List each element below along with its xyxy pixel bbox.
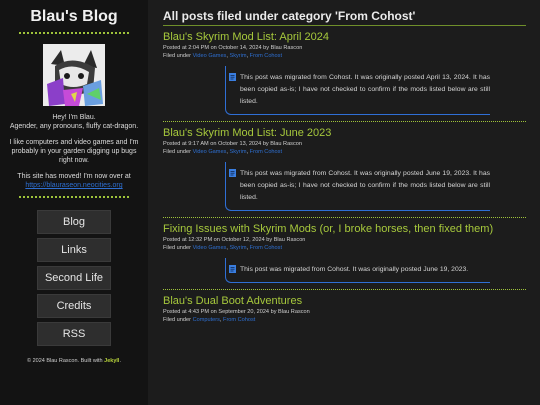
post: Fixing Issues with Skyrim Mods (or, I br… [163,223,526,290]
nav-rss-button[interactable]: RSS [37,322,111,346]
post-posted: Posted at 4:43 PM on September 20, 2024 … [163,309,310,315]
migration-note: This post was migrated from Cohost. It w… [225,162,490,211]
filed-label: Filed under [163,317,191,323]
main-content: All posts filed under category 'From Coh… [148,0,540,405]
post-title[interactable]: Blau's Skyrim Mod List: April 2024 [163,31,526,43]
category-link[interactable]: From Cohost [250,245,282,251]
footer: © 2024 Blau Rascon. Built with Jekyll. [0,358,148,364]
document-icon [229,73,236,81]
bio-identity: Agender, any pronouns, fluffy cat-dragon… [9,123,139,130]
category-link[interactable]: Video Games [193,149,227,155]
category-link[interactable]: Skyrim [229,53,246,59]
page-title: All posts filed under category 'From Coh… [163,9,526,26]
moved-link[interactable]: https://blauraseon.neocities.org [25,182,122,189]
migration-note: This post was migrated from Cohost. It w… [225,258,490,283]
divider [19,32,129,34]
post-title[interactable]: Fixing Issues with Skyrim Mods (or, I br… [163,223,526,235]
blog-title[interactable]: Blau's Blog [0,8,148,26]
post: Blau's Dual Boot Adventures Posted at 4:… [163,295,526,324]
post: Blau's Skyrim Mod List: June 2023 Posted… [163,127,526,218]
sidebar: Blau's Blog Hey! I'm Blau. Agender, any … [0,0,148,405]
category-link[interactable]: Video Games [193,245,227,251]
post-divider [163,289,526,290]
post-divider [163,217,526,218]
post-posted: Posted at 12:32 PM on October 12, 2024 b… [163,237,306,243]
post: Blau's Skyrim Mod List: April 2024 Poste… [163,31,526,122]
category-link[interactable]: From Cohost [250,149,282,155]
footer-copyright: © 2024 Blau Rascon. Built with [27,358,103,364]
nav-credits-button[interactable]: Credits [37,294,111,318]
post-posted: Posted at 2:04 PM on October 14, 2024 by… [163,45,303,51]
bio-interests: I like computers and video games and I'm… [9,139,139,164]
note-text: This post was migrated from Cohost. It w… [240,266,469,273]
category-link[interactable]: From Cohost [223,317,255,323]
nav-links-button[interactable]: Links [37,238,111,262]
filed-label: Filed under [163,149,191,155]
category-link[interactable]: Skyrim [229,245,246,251]
nav-blog-button[interactable]: Blog [37,210,111,234]
bio-greeting: Hey! I'm Blau. [52,114,96,121]
post-meta: Posted at 9:17 AM on October 13, 2024 by… [163,140,526,156]
post-posted: Posted at 9:17 AM on October 13, 2024 by… [163,141,302,147]
avatar [43,44,105,106]
footer-jekyll-link[interactable]: Jekyll [104,358,119,364]
note-text: This post was migrated from Cohost. It w… [240,170,490,201]
category-link[interactable]: Video Games [193,53,227,59]
moved-notice: This site has moved! I'm now over at [17,173,131,180]
sidebar-nav: Blog Links Second Life Credits RSS [0,210,148,346]
filed-label: Filed under [163,245,191,251]
post-title[interactable]: Blau's Skyrim Mod List: June 2023 [163,127,526,139]
document-icon [229,169,236,177]
category-link[interactable]: Computers [193,317,220,323]
filed-label: Filed under [163,53,191,59]
nav-second-life-button[interactable]: Second Life [37,266,111,290]
note-text: This post was migrated from Cohost. It w… [240,74,490,105]
post-divider [163,121,526,122]
divider [19,196,129,198]
migration-note: This post was migrated from Cohost. It w… [225,66,490,115]
category-link[interactable]: Skyrim [229,149,246,155]
category-link[interactable]: From Cohost [250,53,282,59]
post-meta: Posted at 4:43 PM on September 20, 2024 … [163,308,526,324]
footer-period: . [119,358,121,364]
post-title[interactable]: Blau's Dual Boot Adventures [163,295,526,307]
post-meta: Posted at 2:04 PM on October 14, 2024 by… [163,44,526,60]
bio: Hey! I'm Blau. Agender, any pronouns, fl… [0,113,148,190]
document-icon [229,265,236,273]
post-meta: Posted at 12:32 PM on October 12, 2024 b… [163,236,526,252]
